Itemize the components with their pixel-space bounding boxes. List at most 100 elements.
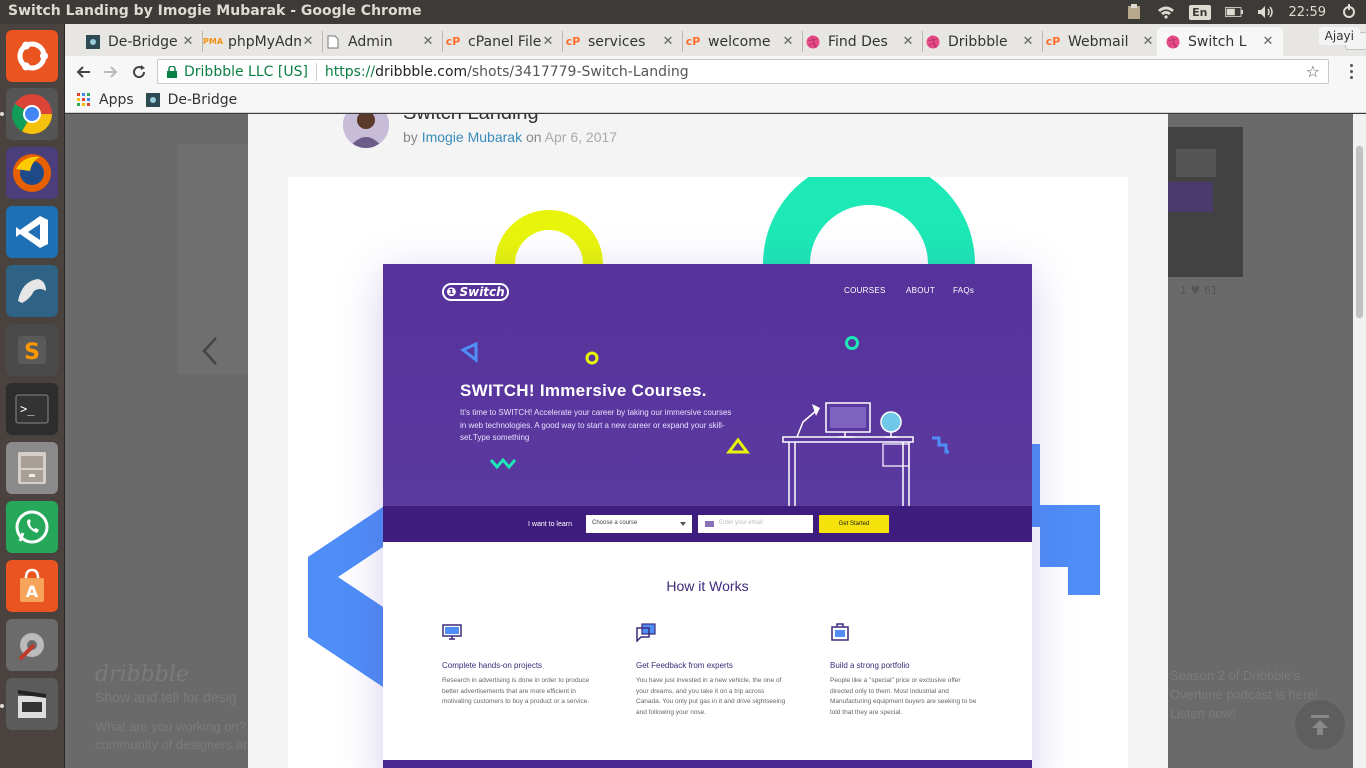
video-editor-launcher-icon[interactable] — [6, 678, 58, 730]
svg-text:>_: >_ — [20, 402, 35, 416]
power-gear-icon[interactable] — [1340, 4, 1358, 19]
close-icon[interactable]: ✕ — [661, 34, 675, 49]
top-panel: Switch Landing by Imogie Mubarak - Googl… — [0, 0, 1366, 24]
tab-label: Admin — [348, 33, 393, 50]
chrome-menu-button[interactable] — [1341, 61, 1361, 81]
monitor-icon — [442, 624, 462, 640]
tab-debridge[interactable]: De-Bridge ✕ — [77, 27, 203, 56]
reload-button[interactable] — [127, 60, 151, 84]
svg-text:A: A — [26, 582, 39, 601]
forward-button[interactable] — [99, 60, 123, 84]
page-icon — [325, 34, 341, 50]
volume-icon[interactable] — [1257, 5, 1275, 19]
dribbble-icon — [925, 34, 941, 50]
keyboard-layout-indicator[interactable]: En — [1189, 4, 1211, 20]
back-button[interactable] — [71, 60, 95, 84]
whatsapp-launcher-icon[interactable] — [6, 501, 58, 553]
tab-find-designers[interactable]: Find Des ✕ — [797, 27, 923, 56]
unity-launcher: S >_ A — [0, 24, 65, 768]
briefcase-icon — [831, 623, 849, 641]
profile-button[interactable]: Ajayi — [1318, 27, 1360, 45]
shot-modal: Switch Landing by Imogie Mubarak on Apr … — [248, 114, 1168, 768]
mock-footer-band — [383, 760, 1032, 768]
debridge-icon — [145, 92, 160, 107]
file-cabinet-launcher-icon[interactable] — [6, 442, 58, 494]
tab-label: services — [588, 33, 646, 50]
mock-email-field: Enter your email — [698, 515, 813, 533]
address-bar[interactable]: Dribbble LLC [US] https://dribbble.com/s… — [157, 59, 1329, 84]
chat-bubbles-icon — [636, 623, 656, 643]
scroll-to-top-button[interactable] — [1295, 700, 1345, 750]
pma-icon: PMA — [203, 37, 224, 46]
wifi-icon[interactable] — [1157, 5, 1175, 19]
tab-phpmyadmin[interactable]: PMA phpMyAdmin ✕ — [197, 27, 323, 56]
clipboard-icon[interactable] — [1125, 4, 1143, 19]
tab-cpanel-file[interactable]: cP cPanel File ✕ — [437, 27, 563, 56]
tab-dribbble[interactable]: Dribbble ✕ — [917, 27, 1043, 56]
arrow-up-icon — [1311, 715, 1329, 735]
tab-admin[interactable]: Admin ✕ — [317, 27, 443, 56]
lock-icon — [167, 65, 177, 78]
mock-form-label: I want to learn — [528, 521, 572, 528]
related-shot-thumbnail[interactable] — [1168, 127, 1243, 277]
software-center-launcher-icon[interactable]: A — [6, 560, 58, 612]
mock-hero: ❶ Switch COURSES ABOUT FAQs SWITCH! Imme… — [383, 264, 1032, 506]
tab-welcome[interactable]: cP welcome ✕ — [677, 27, 803, 56]
shot-image[interactable]: ❶ Switch COURSES ABOUT FAQs SWITCH! Imme… — [288, 177, 1128, 768]
close-icon[interactable]: ✕ — [301, 34, 315, 49]
previous-shot-button[interactable] — [200, 336, 220, 366]
battery-icon[interactable] — [1224, 5, 1243, 19]
close-icon[interactable]: ✕ — [541, 34, 555, 49]
author-link[interactable]: Imogie Mubarak — [422, 129, 522, 145]
avatar[interactable] — [343, 114, 389, 148]
clock[interactable]: 22:59 — [1289, 5, 1326, 20]
sublime-text-launcher-icon[interactable]: S — [6, 324, 58, 376]
arrow-left-icon — [76, 66, 90, 78]
dribbble-logo[interactable]: dribbble — [95, 662, 250, 687]
close-icon[interactable]: ✕ — [181, 34, 195, 49]
reload-icon — [133, 65, 146, 79]
tab-switch-landing[interactable]: Switch L ✕ — [1157, 27, 1283, 56]
close-icon[interactable]: ✕ — [901, 34, 915, 49]
tab-webmail[interactable]: cP Webmail ✕ — [1037, 27, 1163, 56]
chevron-left-icon — [202, 337, 217, 365]
mock-how-it-works-title: How it Works — [666, 578, 749, 594]
apps-grid-icon — [77, 92, 90, 106]
chevron-down-icon — [680, 522, 686, 526]
mock-get-started-button: Get Started — [819, 515, 889, 533]
close-icon[interactable]: ✕ — [1141, 34, 1155, 49]
close-icon[interactable]: ✕ — [1261, 34, 1275, 49]
apps-bookmark[interactable]: Apps — [77, 92, 134, 108]
terminal-launcher-icon[interactable]: >_ — [6, 383, 58, 435]
mock-feature-2: Get Feedback from experts You have just … — [636, 622, 786, 718]
related-shot-stats: 1 ♥ 61 — [1180, 284, 1218, 297]
page-scrollbar[interactable] — [1353, 114, 1366, 768]
svg-text:S: S — [24, 340, 40, 365]
tab-label: welcome — [708, 33, 771, 50]
bookmark-star-icon[interactable]: ☆ — [1306, 62, 1320, 81]
mysql-workbench-launcher-icon[interactable] — [6, 265, 58, 317]
ubuntu-dash-icon[interactable] — [6, 30, 58, 82]
mock-course-select: Choose a course — [586, 515, 692, 533]
footer-text: community of designers an — [95, 737, 251, 752]
system-settings-launcher-icon[interactable] — [6, 619, 58, 671]
tab-label: phpMyAdmin — [228, 33, 301, 50]
chrome-launcher-icon[interactable] — [6, 88, 58, 140]
url-text: https://dribbble.com/shots/3417779-Switc… — [324, 63, 689, 80]
close-icon[interactable]: ✕ — [781, 34, 795, 49]
vscode-launcher-icon[interactable] — [6, 206, 58, 258]
tab-label: Dribbble — [948, 33, 1008, 50]
tab-services[interactable]: cP services ✕ — [557, 27, 683, 56]
site-identity[interactable]: Dribbble LLC [US] — [184, 64, 308, 80]
close-icon[interactable]: ✕ — [421, 34, 435, 49]
close-icon[interactable]: ✕ — [1021, 34, 1035, 49]
tab-label: Find Des — [828, 33, 888, 50]
debridge-bookmark[interactable]: De-Bridge — [145, 92, 237, 108]
mock-hero-title: SWITCH! Immersive Courses. — [460, 381, 707, 400]
tab-label: Webmail — [1068, 33, 1129, 50]
firefox-launcher-icon[interactable] — [6, 147, 58, 199]
scrollbar-thumb[interactable] — [1356, 146, 1363, 318]
shot-title: Switch Landing — [403, 114, 539, 125]
mock-feature-1: Complete hands-on projects Research in a… — [442, 622, 592, 708]
tab-strip: De-Bridge ✕ PMA phpMyAdmin ✕ Admin ✕ cP … — [65, 24, 1366, 56]
